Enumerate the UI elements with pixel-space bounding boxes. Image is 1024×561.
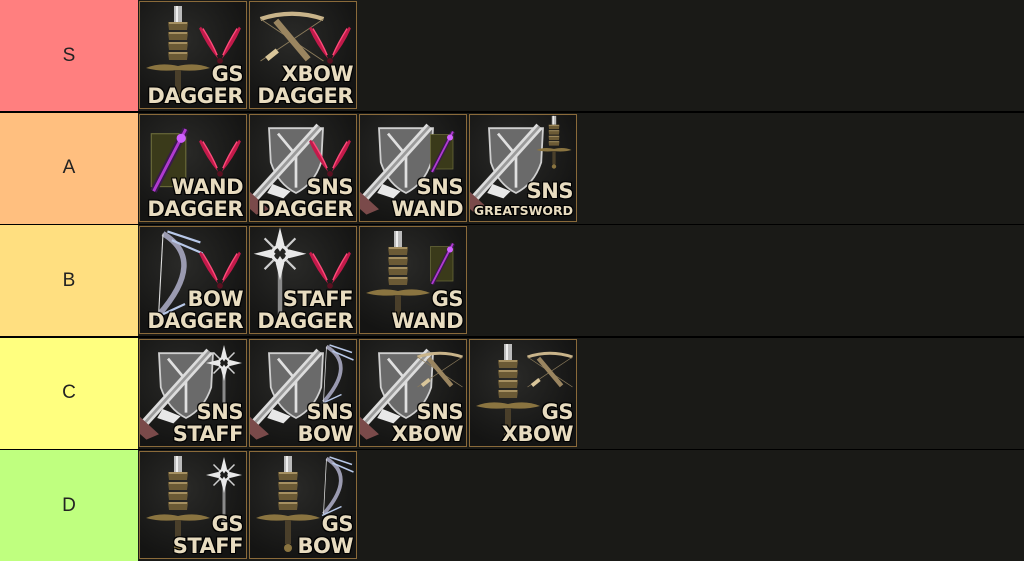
card-label-primary: GS xyxy=(541,399,574,424)
card-label-primary: SNS xyxy=(196,399,244,424)
card-label-primary: GS xyxy=(431,287,464,311)
card-label-secondary: GREATSWORD xyxy=(473,202,573,218)
weapon-combo-card[interactable]: BOW DAGGER xyxy=(139,226,247,334)
card-label-secondary: STAFF xyxy=(172,421,244,446)
tier-list: S GS DAGGER XBOW DAGGER A WAND DAGGER SN… xyxy=(0,0,1024,561)
card-label-primary: BOW xyxy=(187,287,243,311)
weapon-combo-card[interactable]: SNS XBOW xyxy=(359,338,467,447)
card-label: BOW DAGGER xyxy=(140,288,243,332)
card-label: SNS WAND xyxy=(360,174,464,221)
weapon-combo-card[interactable]: GS XBOW xyxy=(469,338,577,447)
weapon-combo-card[interactable]: STAFF DAGGER xyxy=(249,226,357,334)
card-label: WAND DAGGER xyxy=(140,176,243,220)
weapon-combo-card[interactable]: GS WAND xyxy=(359,226,467,334)
tier-label[interactable]: C xyxy=(0,337,138,449)
card-label-secondary: WAND xyxy=(391,196,464,221)
weapon-combo-card[interactable]: SNS WAND xyxy=(359,113,467,222)
card-label-secondary: BOW xyxy=(297,534,353,558)
tier-row-b: B BOW DAGGER STAFF DAGGER GS WAND xyxy=(0,225,1024,336)
card-label: XBOW DAGGER xyxy=(250,63,353,107)
card-label-secondary: DAGGER xyxy=(147,309,243,333)
weapon-combo-card[interactable]: SNS GREATSWORD xyxy=(469,113,577,222)
card-label-secondary: BOW xyxy=(297,421,353,446)
tier-label[interactable]: A xyxy=(0,112,138,224)
card-label: GS XBOW xyxy=(470,399,574,446)
card-label-primary: SNS xyxy=(416,174,464,199)
tier-label[interactable]: D xyxy=(0,450,138,561)
card-label-secondary: XBOW xyxy=(391,421,464,446)
card-label-primary: GS xyxy=(321,512,354,536)
weapon-combo-card[interactable]: GS BOW xyxy=(249,451,357,559)
tier-label[interactable]: S xyxy=(0,0,138,111)
card-label: SNS STAFF xyxy=(140,399,244,446)
card-label-primary: SNS xyxy=(416,399,464,424)
card-label-secondary: DAGGER xyxy=(257,84,353,108)
tier-items: BOW DAGGER STAFF DAGGER GS WAND xyxy=(138,225,1024,336)
card-label-primary: XBOW xyxy=(281,62,354,86)
weapon-combo-card[interactable]: SNS DAGGER xyxy=(249,113,357,222)
tier-row-a: A WAND DAGGER SNS DAGGER SNS WAND SNS GR… xyxy=(0,112,1024,224)
tier-label[interactable]: B xyxy=(0,225,138,336)
card-label-secondary: XBOW xyxy=(501,421,574,446)
tier-items: SNS STAFF SNS BOW SNS XBOW GS XBOW xyxy=(138,337,1024,449)
card-label-primary: STAFF xyxy=(282,287,354,311)
weapon-combo-card[interactable]: SNS STAFF xyxy=(139,338,247,447)
card-label: GS STAFF xyxy=(140,512,244,558)
card-label-primary: SNS xyxy=(306,174,354,199)
weapon-combo-card[interactable]: SNS BOW xyxy=(249,338,357,447)
card-label-primary: SNS xyxy=(306,399,354,424)
card-label: SNS DAGGER xyxy=(250,176,353,220)
card-label-primary: GS xyxy=(211,512,244,536)
card-label: GS DAGGER xyxy=(140,63,243,107)
tier-row-c: C SNS STAFF SNS BOW SNS XBOW GS XBOW xyxy=(0,337,1024,449)
card-label-secondary: WAND xyxy=(391,309,464,333)
card-label: GS BOW xyxy=(250,513,353,557)
card-label-primary: WAND xyxy=(171,174,244,199)
card-label-secondary: STAFF xyxy=(172,534,244,558)
tier-row-s: S GS DAGGER XBOW DAGGER xyxy=(0,0,1024,111)
card-label-secondary: DAGGER xyxy=(147,196,243,221)
card-label-secondary: DAGGER xyxy=(257,196,353,221)
tier-row-d: D GS STAFF GS BOW xyxy=(0,450,1024,561)
card-label-primary: GS xyxy=(211,62,244,86)
card-label-secondary: DAGGER xyxy=(257,309,353,333)
weapon-combo-card[interactable]: GS STAFF xyxy=(139,451,247,559)
card-label-primary: SNS xyxy=(526,178,574,203)
card-label-secondary: DAGGER xyxy=(147,84,243,108)
weapon-combo-card[interactable]: GS DAGGER xyxy=(139,1,247,109)
weapon-combo-card[interactable]: XBOW DAGGER xyxy=(249,1,357,109)
card-label: STAFF DAGGER xyxy=(250,288,353,332)
weapon-combo-card[interactable]: WAND DAGGER xyxy=(139,113,247,222)
card-label: SNS XBOW xyxy=(360,399,464,446)
card-label: SNS BOW xyxy=(250,401,353,445)
tier-items: GS DAGGER XBOW DAGGER xyxy=(138,0,1024,111)
card-label: SNS GREATSWORD xyxy=(470,178,574,220)
tier-items: GS STAFF GS BOW xyxy=(138,450,1024,561)
tier-items: WAND DAGGER SNS DAGGER SNS WAND SNS GREA… xyxy=(138,112,1024,224)
card-label: GS WAND xyxy=(360,287,464,333)
